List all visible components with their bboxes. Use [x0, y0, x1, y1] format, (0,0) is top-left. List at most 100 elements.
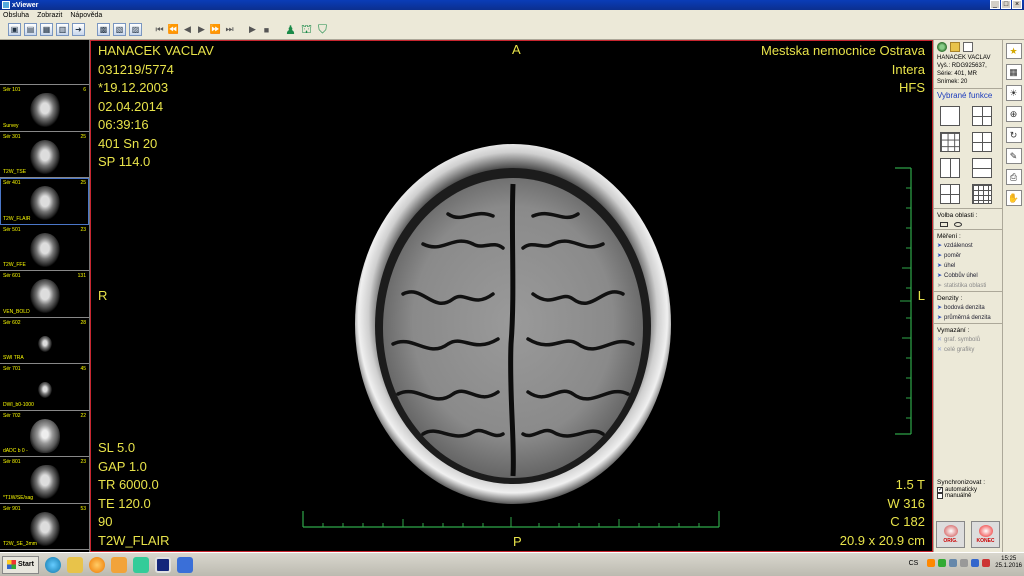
office-app-icon[interactable] — [176, 556, 193, 573]
close-button[interactable]: × — [1012, 0, 1022, 9]
last-image-icon[interactable]: ⏭ — [224, 23, 235, 36]
menu-napoveda[interactable]: Nápověda — [70, 12, 102, 19]
media-player-icon[interactable] — [88, 556, 105, 573]
layout-1-icon[interactable]: ▣ — [8, 23, 21, 36]
patient-icon[interactable]: ♟ — [284, 23, 297, 37]
series-thumbnail[interactable]: Sér 501 23 T2W_FFE — [0, 225, 89, 271]
series-thumbnail[interactable]: Sér 702 22 dADC b 0 - — [0, 411, 89, 457]
export-icon[interactable]: ⛉ — [316, 22, 329, 36]
study-date: 02.04.2014 — [98, 98, 164, 114]
slice-gap: GAP 1.0 — [98, 458, 147, 474]
layout-tools-icon[interactable]: ▦ — [1005, 64, 1022, 80]
rectangle-region-icon[interactable] — [940, 222, 948, 227]
app-icon — [2, 1, 10, 9]
measure-distance[interactable]: ➤ vzdálenost — [934, 241, 1002, 251]
ellipse-region-icon[interactable] — [954, 222, 962, 227]
menu-obsluha[interactable]: Obsluha — [3, 12, 29, 19]
maximize-button[interactable]: □ — [1001, 0, 1011, 9]
scanner-icon[interactable]: ⛫ — [300, 22, 313, 36]
favorites-star-icon[interactable]: ★ — [1005, 43, 1022, 59]
menu-bar: Obsluha Zobrazit Nápověda — [0, 10, 1024, 20]
window-controls: _ □ × — [990, 0, 1022, 9]
birth-date: *19.12.2003 — [98, 80, 169, 95]
fast-back-icon[interactable]: ⏪ — [168, 23, 179, 36]
patient-info-icon[interactable] — [937, 42, 947, 52]
tray-app-icon[interactable] — [927, 559, 936, 567]
play-icon[interactable]: ▶ — [247, 23, 258, 36]
internet-explorer-icon[interactable] — [44, 556, 61, 573]
series-thumbnail[interactable]: Sér 101 6 Survey — [0, 85, 89, 132]
layout-2x1-button[interactable] — [972, 158, 992, 178]
point-density[interactable]: ➤ bodová denzita — [934, 303, 1002, 313]
language-indicator[interactable]: CS — [909, 560, 919, 567]
mri-brain-image[interactable] — [353, 144, 673, 510]
info-image: Snímek: 20 — [937, 79, 968, 85]
slice-position: SP 114.0 — [98, 154, 151, 169]
thumbnail-image — [30, 186, 60, 220]
measure-ratio[interactable]: ➤ poměr — [934, 251, 1002, 261]
flip-angle: 90 — [98, 514, 113, 529]
layout-4-icon[interactable]: ▥ — [56, 23, 69, 36]
series-thumbnail[interactable]: Sér 801 23 *T1W/SE/sag — [0, 457, 89, 504]
tray-update-icon[interactable] — [971, 559, 980, 567]
exit-button[interactable]: KONEC — [971, 521, 1000, 548]
series-thumbnail-selected[interactable]: Sér 401 25 T2W_FLAIR — [0, 178, 89, 225]
region-selection-label: Volba oblasti : — [934, 208, 1002, 220]
series-thumbnail[interactable]: Sér 601 131 VEN_BOLD — [0, 271, 89, 318]
tray-flag-icon[interactable] — [982, 559, 991, 567]
hand-tool-icon[interactable]: ✋ — [1005, 190, 1022, 206]
grid-view-icon[interactable]: ▩ — [97, 23, 110, 36]
tray-security-icon[interactable] — [938, 559, 947, 567]
minimize-button[interactable]: _ — [990, 0, 1000, 9]
clock[interactable]: 15:25 25.1.2016 — [995, 556, 1022, 570]
selected-functions-title: Vybrané funkce — [934, 88, 1002, 102]
folder-app-icon[interactable] — [110, 556, 127, 573]
thumbnail-image — [30, 465, 60, 499]
tray-network-icon[interactable] — [949, 559, 958, 567]
image-viewport[interactable]: HANACEK VACLAV 031219/5774 *19.12.2003 0… — [90, 40, 933, 552]
layout-custom-button[interactable] — [972, 132, 992, 152]
rotate-icon[interactable]: ↻ — [1005, 127, 1022, 143]
thumbnail-image — [38, 382, 52, 398]
start-button[interactable]: Start — [2, 555, 39, 574]
layout-2x2-alt-button[interactable] — [940, 184, 960, 204]
series-thumbnail[interactable]: Sér 901 53 T2W_SE_3mm — [0, 504, 89, 550]
xviewer-app-icon[interactable] — [154, 556, 171, 573]
layout-1x2-button[interactable] — [940, 158, 960, 178]
print-icon[interactable]: ⎙ — [1005, 169, 1022, 185]
fast-forward-icon[interactable]: ⏩ — [210, 23, 221, 36]
acquisition-overlay: SL 5.0 GAP 1.0 TR 6000.0 TE 120.0 90 T2W… — [98, 439, 170, 550]
document-icon[interactable] — [963, 42, 973, 52]
average-density[interactable]: ➤ průměrná denzita — [934, 313, 1002, 323]
layout-4x4-button[interactable] — [972, 184, 992, 204]
sync-manual-checkbox[interactable]: manuálně — [934, 493, 1002, 499]
series-thumbnail[interactable]: Sér 602 28 SWI TRA — [0, 318, 89, 364]
measure-region-statistics: ➤ statistika oblasti — [937, 283, 987, 289]
layout-3x3-button[interactable] — [940, 132, 960, 152]
layout-2x2-button[interactable] — [972, 106, 992, 126]
series-slice: 401 Sn 20 — [98, 135, 158, 151]
tray-volume-icon[interactable] — [960, 559, 969, 567]
stop-icon[interactable]: ■ — [261, 23, 272, 36]
zoom-icon[interactable]: ⊕ — [1005, 106, 1022, 122]
original-button[interactable]: ORIG. — [936, 521, 965, 548]
layout-2-icon[interactable]: ▤ — [24, 23, 37, 36]
series-thumbnail[interactable]: Sér 701 45 DWI_b0-1000 — [0, 364, 89, 411]
layout-1x1-button[interactable] — [940, 106, 960, 126]
prev-image-icon[interactable]: ◀ — [182, 23, 193, 36]
measure-cobb-angle[interactable]: ➤ Cobbův úhel — [934, 271, 1002, 281]
annotation-icon[interactable]: ✎ — [1005, 148, 1022, 164]
menu-zobrazit[interactable]: Zobrazit — [37, 12, 62, 19]
next-image-icon[interactable]: ▶ — [196, 23, 207, 36]
open-folder-icon[interactable]: ➜ — [72, 23, 85, 36]
measure-angle[interactable]: ➤ úhel — [934, 261, 1002, 271]
layout-3-icon[interactable]: ▦ — [40, 23, 53, 36]
series-thumbnail[interactable]: Sér 301 25 T2W_TSE — [0, 132, 89, 178]
medical-app-icon[interactable] — [132, 556, 149, 573]
folder-icon[interactable] — [950, 42, 960, 52]
first-image-icon[interactable]: ⏮ — [154, 23, 165, 36]
file-explorer-icon[interactable] — [66, 556, 83, 573]
brightness-icon[interactable]: ☀ — [1005, 85, 1022, 101]
compare-view-icon[interactable]: ▧ — [113, 23, 126, 36]
series-view-icon[interactable]: ▨ — [129, 23, 142, 36]
